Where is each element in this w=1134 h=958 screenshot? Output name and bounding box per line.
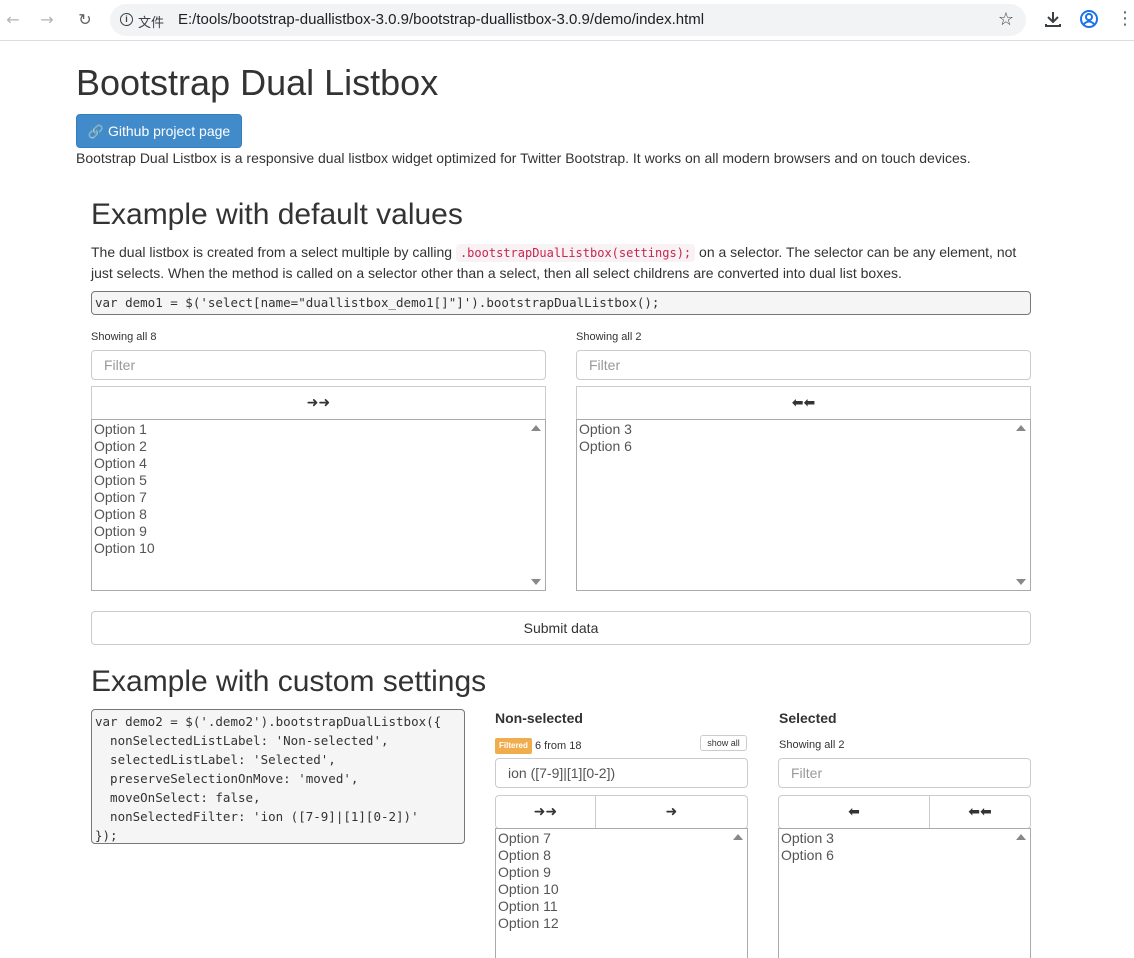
demo1-desc-code: .bootstrapDualListbox(settings); <box>455 244 696 262</box>
browser-toolbar: ← → ↻ i 文件 E:/tools/bootstrap-duallistbo… <box>0 0 1134 41</box>
list-option[interactable]: Option 7 <box>92 489 545 506</box>
demo2-selected-heading: Selected <box>779 710 837 726</box>
list-option[interactable]: Option 11 <box>496 898 747 915</box>
scroll-down-arrow-icon[interactable] <box>1016 579 1026 585</box>
page-title: Bootstrap Dual Listbox <box>76 62 439 103</box>
scroll-down-arrow-icon[interactable] <box>531 579 541 585</box>
demo1-nonselected-info: Showing all 8 <box>91 331 157 343</box>
list-option[interactable]: Option 3 <box>577 421 1030 438</box>
demo2-title: Example with custom settings <box>91 665 487 698</box>
code-line: nonSelectedFilter: 'ion ([7-9]|[1][0-2])… <box>95 809 419 824</box>
scroll-up-arrow-icon[interactable] <box>733 834 743 840</box>
list-option[interactable]: Option 10 <box>496 881 747 898</box>
list-option[interactable]: Option 7 <box>496 830 747 847</box>
url-scheme-label: 文件 <box>138 15 165 30</box>
list-option[interactable]: Option 5 <box>92 472 545 489</box>
demo2-selected-listbox[interactable]: Option 3 Option 6 <box>778 828 1031 958</box>
code-line: var demo2 = $('.demo2').bootstrapDualLis… <box>95 714 442 729</box>
demo1-code: var demo1 = $('select[name="duallistbox_… <box>91 291 1031 315</box>
info-icon[interactable]: i <box>120 13 133 26</box>
forward-arrow-icon[interactable]: → <box>34 7 60 33</box>
demo1-selected-info: Showing all 2 <box>576 331 642 343</box>
demo1-remove-all-button[interactable]: ⬅⬅ <box>576 386 1031 420</box>
demo2-nonselected-filter-input[interactable] <box>495 758 748 788</box>
back-arrow-icon[interactable]: ← <box>0 7 26 33</box>
kebab-menu-icon[interactable]: ⋮ <box>1116 9 1134 29</box>
demo1-desc-before: The dual listbox is created from a selec… <box>91 244 456 260</box>
demo2-remove-all-button[interactable]: ⬅⬅ <box>929 795 1031 829</box>
filtered-badge: Filtered <box>495 738 532 754</box>
demo1-nonselected-filter-input[interactable] <box>91 350 546 380</box>
demo1-nonselected-listbox[interactable]: Option 1 Option 2 Option 4 Option 5 Option 7… <box>91 419 546 591</box>
demo1-selected-filter-input[interactable] <box>576 350 1031 380</box>
code-line: }); <box>95 828 118 843</box>
scroll-up-arrow-icon[interactable] <box>531 425 541 431</box>
list-option[interactable]: Option 2 <box>92 438 545 455</box>
code-line: selectedListLabel: 'Selected', <box>95 752 336 767</box>
list-option[interactable]: Option 12 <box>496 915 747 932</box>
demo2-selected-filter-input[interactable] <box>778 758 1031 788</box>
code-line: nonSelectedListLabel: 'Non-selected', <box>95 733 389 748</box>
list-option[interactable]: Option 8 <box>496 847 747 864</box>
list-option[interactable]: Option 3 <box>779 830 1030 847</box>
scroll-up-arrow-icon[interactable] <box>1016 425 1026 431</box>
demo2-nonselected-heading: Non-selected <box>495 710 583 726</box>
submit-data-button[interactable]: Submit data <box>91 611 1031 645</box>
code-line: preserveSelectionOnMove: 'moved', <box>95 771 359 786</box>
demo2-code-block: var demo2 = $('.demo2').bootstrapDualLis… <box>91 709 465 844</box>
list-option[interactable]: Option 4 <box>92 455 545 472</box>
demo2-nonselected-info-row: Filtered 6 from 18 <box>495 738 581 754</box>
demo1-title: Example with default values <box>91 198 463 231</box>
link-icon: 🔗 <box>87 125 104 140</box>
intro-text: Bootstrap Dual Listbox is a responsive d… <box>76 150 971 166</box>
profile-icon[interactable] <box>1079 9 1099 29</box>
code-line: moveOnSelect: false, <box>95 790 261 805</box>
demo2-move-selected-button[interactable]: ➜ <box>595 795 748 829</box>
list-option[interactable]: Option 6 <box>577 438 1030 455</box>
show-all-button[interactable]: show all <box>700 735 747 751</box>
list-option[interactable]: Option 9 <box>92 523 545 540</box>
address-bar[interactable]: i 文件 E:/tools/bootstrap-duallistbox-3.0.… <box>110 4 1026 36</box>
list-option[interactable]: Option 1 <box>92 421 545 438</box>
list-option[interactable]: Option 9 <box>496 864 747 881</box>
demo2-move-all-button[interactable]: ➜➜ <box>495 795 596 829</box>
list-option[interactable]: Option 10 <box>92 540 545 557</box>
scroll-up-arrow-icon[interactable] <box>1016 834 1026 840</box>
demo2-remove-selected-button[interactable]: ⬅ <box>778 795 930 829</box>
github-button-label: Github project page <box>107 123 231 139</box>
demo2-nonselected-listbox[interactable]: Option 7 Option 8 Option 9 Option 10 Option … <box>495 828 748 958</box>
demo1-selected-listbox[interactable]: Option 3 Option 6 <box>576 419 1031 591</box>
list-option[interactable]: Option 6 <box>779 847 1030 864</box>
bookmark-star-icon[interactable]: ☆ <box>998 9 1014 30</box>
url-text[interactable]: E:/tools/bootstrap-duallistbox-3.0.9/boo… <box>178 11 704 28</box>
demo2-nonselected-info: 6 from 18 <box>534 740 582 752</box>
demo1-move-all-button[interactable]: ➜➜ <box>91 386 546 420</box>
list-option[interactable]: Option 8 <box>92 506 545 523</box>
download-icon[interactable] <box>1043 9 1063 29</box>
demo1-description: The dual listbox is created from a selec… <box>91 242 1031 283</box>
github-project-button[interactable]: 🔗 Github project page <box>76 114 242 148</box>
reload-icon[interactable]: ↻ <box>72 7 98 33</box>
demo2-selected-info: Showing all 2 <box>779 739 845 751</box>
